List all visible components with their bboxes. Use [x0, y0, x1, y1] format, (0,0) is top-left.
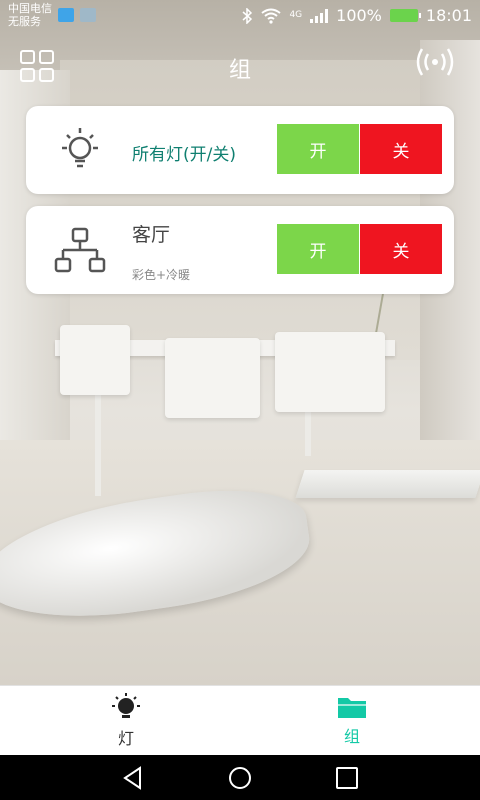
- battery-icon: [389, 9, 421, 22]
- living-room-on-button[interactable]: 开: [277, 224, 359, 274]
- home-icon[interactable]: [227, 765, 253, 791]
- all-lights-card[interactable]: 所有灯(开/关) 开 关: [26, 106, 454, 194]
- background-room-image: [0, 0, 480, 685]
- signal-broadcast-icon[interactable]: [410, 42, 460, 82]
- clock: 18:01: [425, 6, 472, 25]
- nav-tab-lamp[interactable]: 灯: [66, 686, 186, 756]
- nav-tab-label: 灯: [117, 729, 134, 748]
- carrier-name: 中国电信: [8, 2, 52, 15]
- network-type-label: 4G: [289, 10, 303, 20]
- bottom-navigation: 灯 组: [0, 685, 480, 755]
- recents-icon[interactable]: [334, 765, 360, 791]
- page-title: 组: [228, 58, 251, 83]
- bluetooth-icon: [242, 7, 253, 24]
- card-title: 客厅: [132, 224, 171, 246]
- all-lights-on-button[interactable]: 开: [277, 124, 359, 174]
- living-room-off-button[interactable]: 关: [360, 224, 442, 274]
- folder-icon: [338, 698, 366, 718]
- lightbulb-icon: [62, 128, 98, 168]
- status-right: 4G 100% 18:01: [241, 6, 472, 25]
- battery-percent: 100%: [336, 6, 382, 25]
- notification-icons: [58, 8, 96, 22]
- living-room-card[interactable]: 客厅 彩色+冷暖 开 关: [26, 206, 454, 294]
- app-header: 组: [0, 32, 480, 102]
- carrier-status: 无服务: [8, 15, 41, 28]
- all-lights-off-button[interactable]: 关: [360, 124, 442, 174]
- lamp-icon: [112, 693, 140, 718]
- wifi-icon: [261, 8, 282, 24]
- nav-tab-group[interactable]: 组: [292, 686, 412, 756]
- chair: [275, 332, 385, 412]
- nav-tab-label: 组: [343, 727, 360, 746]
- image-notification-icon: [80, 8, 96, 22]
- chair: [165, 338, 260, 418]
- network-topology-icon: [54, 227, 106, 273]
- app-notification-icon: [58, 8, 74, 22]
- chair: [60, 325, 130, 395]
- coffee-table: [295, 470, 480, 498]
- card-subtitle: 彩色+冷暖: [132, 268, 191, 282]
- cell-signal-icon: [310, 8, 329, 23]
- carrier-info: 中国电信 无服务: [8, 2, 52, 28]
- system-navigation-bar: [0, 755, 480, 800]
- card-title: 所有灯(开/关): [132, 145, 236, 165]
- back-icon[interactable]: [120, 765, 146, 791]
- status-bar: 中国电信 无服务 4G 100% 18:01: [0, 0, 480, 32]
